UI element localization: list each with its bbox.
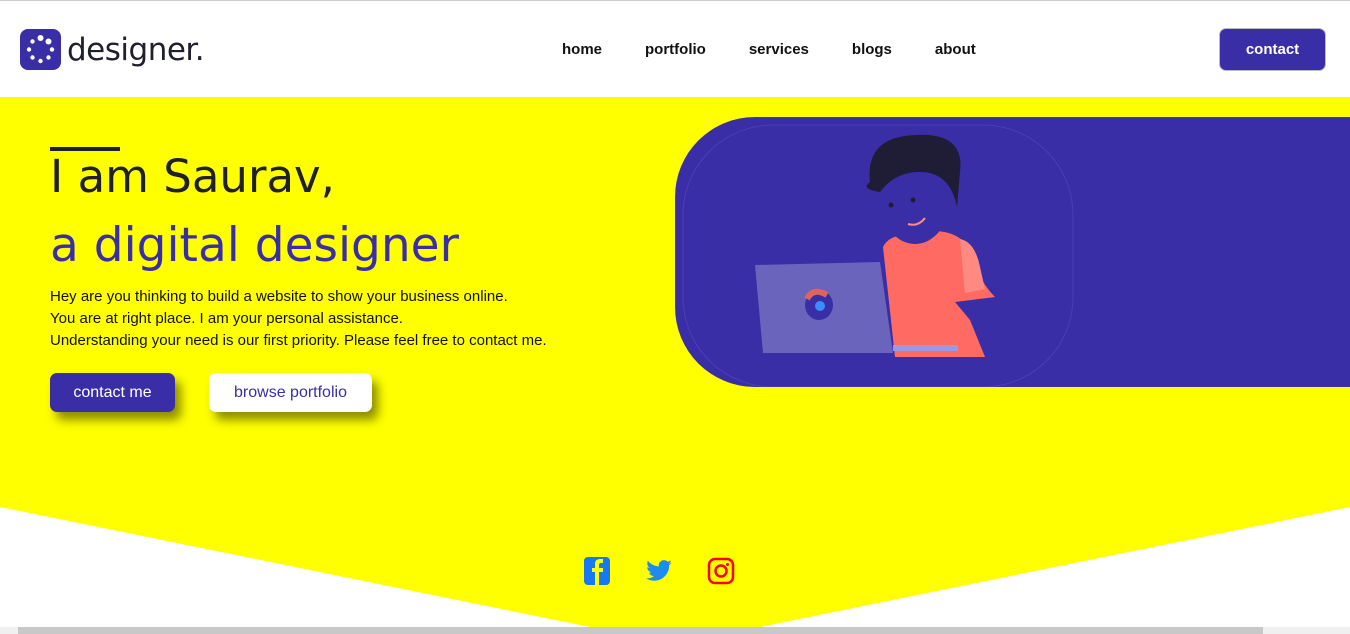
hero-subtitle: a digital designer — [50, 218, 459, 273]
hero-title: I am Saurav, — [50, 150, 335, 203]
nav-home[interactable]: home — [562, 41, 602, 58]
main-nav: home portfolio services blogs about — [562, 41, 1019, 58]
site-header: designer. home portfolio services blogs … — [0, 0, 1350, 97]
nav-about[interactable]: about — [935, 41, 976, 58]
logo-icon — [20, 29, 61, 70]
description-line: Understanding your need is our first pri… — [50, 332, 547, 349]
social-links — [583, 556, 735, 586]
instagram-icon[interactable] — [707, 556, 735, 586]
nav-blogs[interactable]: blogs — [852, 41, 892, 58]
contact-button[interactable]: contact — [1219, 28, 1326, 71]
horizontal-scrollbar[interactable] — [0, 627, 1350, 634]
hero-description: Hey are you thinking to build a website … — [50, 286, 547, 352]
browse-portfolio-button[interactable]: browse portfolio — [209, 373, 372, 412]
description-line: You are at right place. I am your person… — [50, 310, 403, 327]
facebook-icon[interactable] — [583, 556, 611, 586]
hero-illustration — [675, 117, 1350, 388]
description-line: Hey are you thinking to build a website … — [50, 288, 508, 305]
nav-portfolio[interactable]: portfolio — [645, 41, 706, 58]
brand-name: designer. — [67, 31, 205, 68]
contact-me-button[interactable]: contact me — [50, 373, 175, 412]
logo[interactable]: designer. — [20, 29, 205, 70]
twitter-icon[interactable] — [645, 556, 673, 586]
scrollbar-thumb[interactable] — [18, 627, 1263, 634]
nav-services[interactable]: services — [749, 41, 809, 58]
